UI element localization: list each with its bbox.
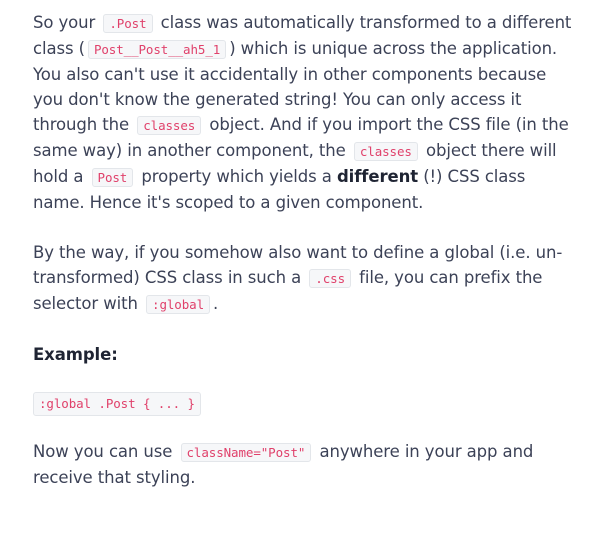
paragraph-transformed-class: So your .Post class was automatically tr… — [33, 10, 573, 215]
paragraph-text: . — [213, 294, 219, 313]
paragraph-usage: Now you can use className="Post" anywher… — [33, 439, 573, 490]
paragraph-text: Now you can use — [33, 442, 173, 461]
example-heading: Example: — [33, 342, 573, 367]
example-heading-text: Example: — [33, 345, 118, 364]
code-example-block: :global .Post { ... } — [33, 390, 573, 416]
inline-code: Post__Post__ah5_1 — [87, 40, 227, 59]
inline-code: classes — [137, 116, 202, 135]
inline-code: className="Post" — [180, 443, 312, 462]
code-example: :global .Post { ... } — [33, 392, 201, 416]
inline-code: classes — [353, 142, 418, 161]
inline-code: .css — [309, 269, 351, 288]
paragraph-text: So your — [33, 13, 96, 32]
answer-body: So your .Post class was automatically tr… — [33, 10, 573, 490]
inline-code: .Post — [103, 14, 153, 33]
bold-text: different — [336, 167, 419, 186]
inline-code: Post — [91, 168, 134, 187]
paragraph-text: property which yields a — [141, 167, 332, 186]
paragraph-global-class: By the way, if you somehow also want to … — [33, 240, 573, 317]
inline-code: :global — [146, 295, 210, 314]
